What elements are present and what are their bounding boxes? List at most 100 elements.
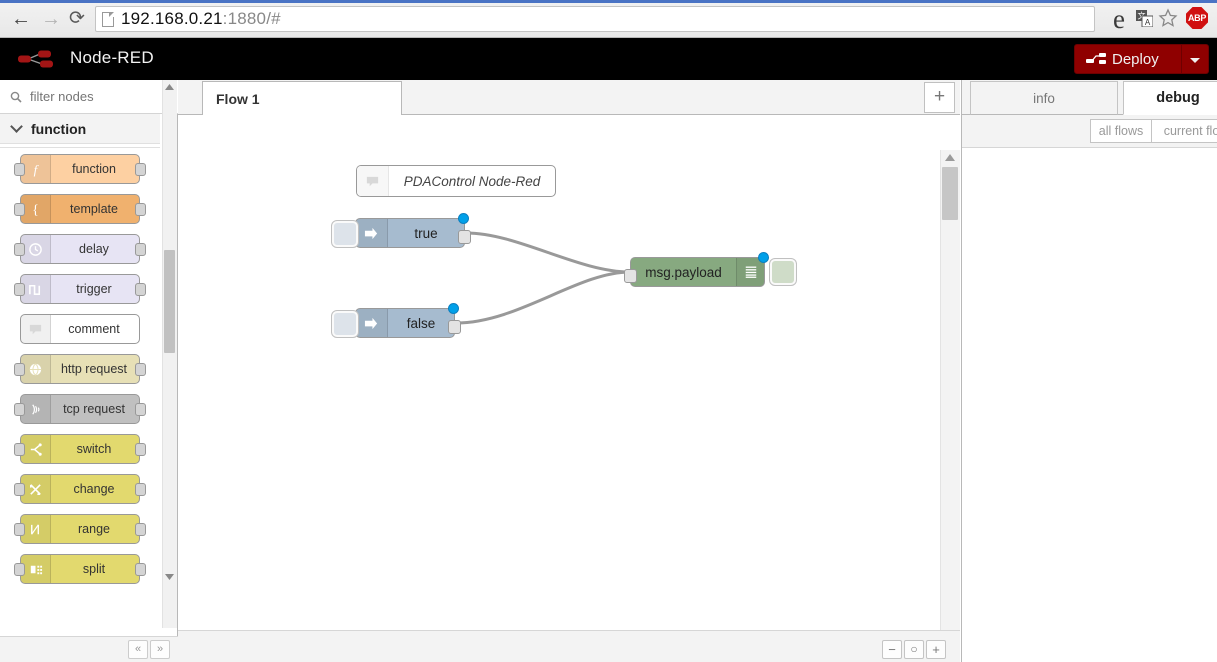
- tab-flow-1-label: Flow 1: [216, 90, 260, 107]
- palette-node-function[interactable]: f function: [14, 154, 146, 184]
- input-port[interactable]: [14, 363, 25, 376]
- canvas-vertical-scrollbar-thumb[interactable]: [942, 167, 958, 220]
- inject-false-output-port[interactable]: [448, 320, 461, 334]
- flow-canvas[interactable]: PDAControl Node-Red true false msg.paylo…: [178, 115, 960, 641]
- sidebar-tab-debug[interactable]: debug: [1123, 81, 1217, 115]
- bookmark-star-icon[interactable]: [1158, 8, 1178, 28]
- input-port[interactable]: [14, 203, 25, 216]
- translate-icon[interactable]: 文 A: [1136, 10, 1153, 27]
- output-port[interactable]: [135, 283, 146, 296]
- output-port[interactable]: [135, 563, 146, 576]
- palette-node-trigger[interactable]: trigger: [14, 274, 146, 304]
- palette-category-function[interactable]: function: [0, 114, 160, 144]
- filter-current-flow-button[interactable]: current flo: [1152, 119, 1217, 143]
- svg-text:A: A: [1145, 18, 1151, 27]
- f-icon: f: [21, 155, 51, 183]
- palette-node-change[interactable]: change: [14, 474, 146, 504]
- palette-scroll-down-icon[interactable]: [164, 572, 175, 582]
- filter-nodes-input[interactable]: [28, 88, 168, 105]
- wire-false-to-debug: [455, 270, 631, 325]
- pulse-icon: [21, 275, 51, 303]
- zoom-reset-button[interactable]: ○: [904, 640, 924, 659]
- collapse-all-button[interactable]: «: [128, 640, 148, 659]
- palette-node-template[interactable]: {template: [14, 194, 146, 224]
- palette-node-comment[interactable]: comment: [20, 314, 140, 344]
- add-flow-tab-button[interactable]: +: [924, 82, 955, 113]
- edge-browser-icon[interactable]: e: [1113, 4, 1125, 34]
- chevron-down-icon: [10, 120, 23, 133]
- palette-scrollbar-thumb[interactable]: [164, 250, 175, 353]
- input-port[interactable]: [14, 483, 25, 496]
- output-port[interactable]: [135, 483, 146, 496]
- canvas-vertical-scrollbar-track[interactable]: [940, 150, 960, 641]
- palette-node-http-request[interactable]: http request: [14, 354, 146, 384]
- input-port[interactable]: [14, 403, 25, 416]
- debug-status-dot: [758, 252, 769, 263]
- inject-true-label: true: [414, 225, 438, 241]
- canvas-scroll-up-icon[interactable]: [943, 152, 957, 163]
- comment-node-label: PDAControl Node-Red: [403, 173, 541, 189]
- palette-node-switch[interactable]: switch: [14, 434, 146, 464]
- sidebar-tab-info-label: info: [1033, 90, 1055, 106]
- palette-node-label: http request: [60, 362, 127, 376]
- flow-tabbar: Flow 1 +: [178, 80, 960, 115]
- inject-true-trigger-button[interactable]: [332, 221, 358, 247]
- right-sidebar: info debug all flows current flo: [961, 80, 1217, 662]
- input-port[interactable]: [14, 523, 25, 536]
- forward-icon[interactable]: →: [38, 6, 64, 32]
- url-host: 192.168.0.21: [121, 9, 223, 28]
- input-port[interactable]: [14, 163, 25, 176]
- output-port[interactable]: [135, 403, 146, 416]
- input-port[interactable]: [14, 563, 25, 576]
- back-icon[interactable]: ←: [8, 6, 34, 32]
- palette-scroll-up-icon[interactable]: [164, 82, 175, 92]
- deploy-dropdown-caret-icon[interactable]: [1182, 44, 1209, 74]
- output-port[interactable]: [135, 163, 146, 176]
- swap-icon: [21, 475, 51, 503]
- tab-flow-1[interactable]: Flow 1: [202, 81, 402, 115]
- input-port[interactable]: [14, 283, 25, 296]
- output-port[interactable]: [135, 243, 146, 256]
- inject-false-label: false: [406, 315, 436, 331]
- palette-node-label: trigger: [76, 282, 112, 296]
- deploy-button[interactable]: Deploy: [1074, 44, 1182, 74]
- comment-node[interactable]: PDAControl Node-Red: [356, 165, 556, 197]
- palette-search-row[interactable]: [0, 80, 178, 114]
- palette-node-label: function: [72, 162, 116, 176]
- inject-node-false[interactable]: false: [332, 303, 461, 338]
- palette-node-tcp-request[interactable]: tcp request: [14, 394, 146, 424]
- palette-node-split[interactable]: split: [14, 554, 146, 584]
- input-port[interactable]: [14, 443, 25, 456]
- output-port[interactable]: [135, 203, 146, 216]
- reload-icon[interactable]: ⟳: [64, 6, 90, 32]
- debug-node[interactable]: msg.payload: [624, 252, 769, 287]
- zoom-controls: − ○ +: [880, 640, 950, 660]
- input-port[interactable]: [14, 243, 25, 256]
- output-port[interactable]: [135, 443, 146, 456]
- adblock-plus-icon[interactable]: ABP: [1186, 7, 1208, 29]
- zoom-in-button[interactable]: +: [926, 640, 946, 659]
- palette-node-list: f function {template delay trigger comment htt…: [0, 154, 178, 584]
- palette-footer: « »: [0, 636, 178, 662]
- svg-text:f: f: [34, 162, 40, 177]
- debug-input-port[interactable]: [624, 269, 637, 283]
- output-port[interactable]: [135, 523, 146, 536]
- inject-arrow-icon: [356, 219, 388, 247]
- palette-node-range[interactable]: range: [14, 514, 146, 544]
- filter-all-flows-button[interactable]: all flows: [1090, 119, 1152, 143]
- deploy-label: Deploy: [1112, 50, 1159, 68]
- debug-enable-toggle-button[interactable]: [770, 259, 796, 285]
- address-bar[interactable]: 192.168.0.21:1880/#: [95, 6, 1095, 32]
- zoom-out-button[interactable]: −: [882, 640, 902, 659]
- output-port[interactable]: [135, 363, 146, 376]
- inject-false-trigger-button[interactable]: [332, 311, 358, 337]
- expand-all-button[interactable]: »: [150, 640, 170, 659]
- palette-node-delay[interactable]: delay: [14, 234, 146, 264]
- palette-scrollbar-track[interactable]: [162, 80, 177, 628]
- sidebar-tab-info[interactable]: info: [970, 81, 1118, 115]
- inject-true-output-port[interactable]: [458, 230, 471, 244]
- wire-true-to-debug: [465, 231, 631, 274]
- inject-true-status-dot: [458, 213, 469, 224]
- palette-scroll-area: serial function ffunction{templatedelayt…: [0, 114, 178, 662]
- inject-node-true[interactable]: true: [332, 213, 471, 248]
